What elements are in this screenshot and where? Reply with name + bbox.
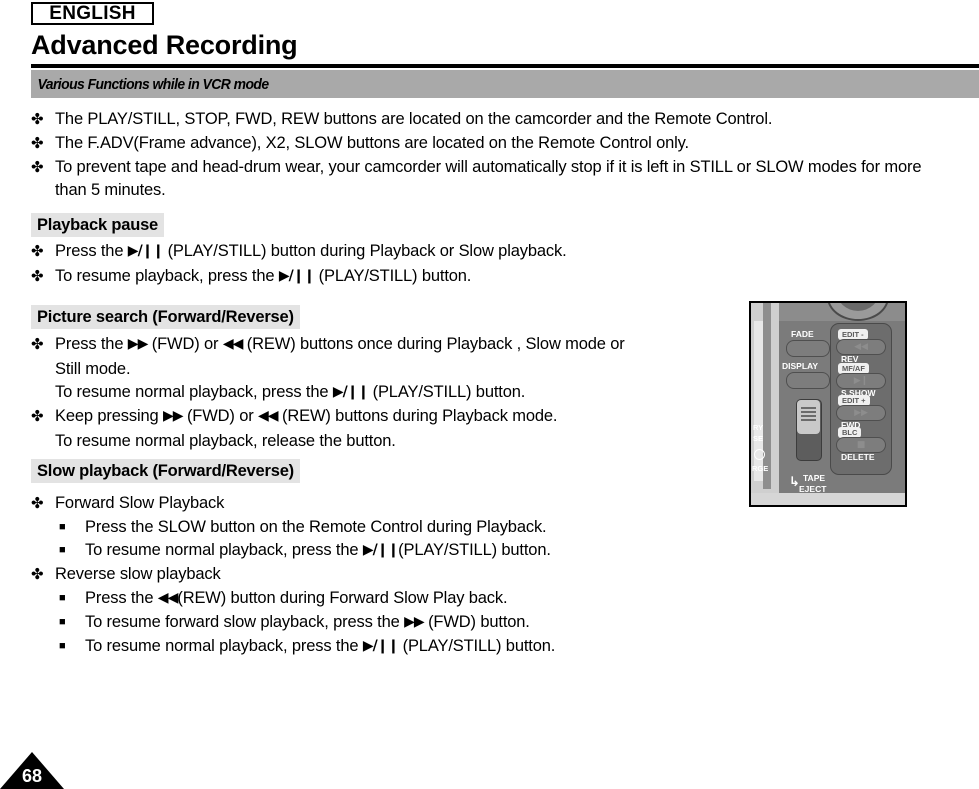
sub-bullet-text: Press the ◀◀(REW) button during Forward … [85, 589, 508, 607]
page-number-badge: 68 [0, 752, 64, 789]
subsection-body-slow-playback: ✤ Forward Slow Playback ■ Press the SLOW bu… [31, 492, 731, 659]
continuation-line: To resume normal playback, press the ▶/❙… [55, 383, 526, 401]
rew-symbol-icon: ◀◀ [222, 336, 244, 352]
continuation-line: Still mode. [55, 360, 131, 378]
section-bar-label: Various Functions while in VCR mode [37, 75, 270, 93]
fwd-symbol-icon: ▶▶ [127, 336, 149, 352]
intro-bullet-list: ✤ The PLAY/STILL, STOP, FWD, REW buttons … [31, 108, 931, 203]
camcorder-label-delete: DELETE [841, 452, 875, 462]
camcorder-label-charge-partial: RGE [752, 464, 769, 473]
rew-symbol-icon: ◀◀ [258, 408, 279, 424]
play-symbol-icon: ▶/❙❙ [127, 243, 164, 259]
language-badge-label: ENGLISH [49, 2, 136, 24]
camcorder-label-battery-partial: RY [753, 423, 764, 432]
square-bullet-icon: ■ [59, 616, 66, 628]
clover-bullet-icon: ✤ [31, 111, 44, 128]
fwd-symbol-icon: ▶▶ [162, 408, 184, 424]
subsection-heading-slow-playback: Slow playback (Forward/Reverse) [31, 459, 300, 483]
clover-bullet-icon: ✤ [31, 336, 44, 353]
clover-bullet-icon: ✤ [31, 566, 44, 583]
sub-bullet-text: To resume normal playback, press the ▶/❙… [85, 637, 556, 655]
bullet-item: ✤ Forward Slow Playback [31, 492, 731, 515]
camcorder-seam [763, 303, 771, 489]
page-title: Advanced Recording [31, 30, 298, 60]
subsection-heading-playback-pause: Playback pause [31, 213, 165, 237]
camcorder-button-s-show[interactable]: ▶❙ [836, 373, 886, 389]
bullet-item: ✤ Keep pressing ▶▶ (FWD) or ◀◀ (REW) butt… [31, 405, 731, 429]
subsection-body-picture-search: ✤ Press the ▶▶ (FWD) or ◀◀ (REW) buttons … [31, 333, 731, 453]
subsection-body-playback-pause: ✤ Press the ▶/❙❙ (PLAY/STILL) button duri… [31, 240, 731, 290]
intro-bullet-text: The PLAY/STILL, STOP, FWD, REW buttons a… [55, 110, 773, 128]
square-bullet-icon: ■ [59, 640, 66, 652]
camcorder-button-fwd[interactable]: ▶▶ [836, 405, 886, 421]
sub-bullet-item: ■ To resume normal playback, press the ▶/… [31, 539, 731, 563]
square-bullet-icon: ■ [59, 521, 66, 533]
bullet-text: Press the ▶/❙❙ (PLAY/STILL) button durin… [55, 242, 567, 260]
bullet-item: ✤ To resume playback, press the ▶/❙❙ (PLA… [31, 265, 731, 289]
language-badge: ENGLISH [31, 2, 154, 25]
clover-bullet-icon: ✤ [31, 135, 44, 152]
bullet-item: ✤ Press the ▶/❙❙ (PLAY/STILL) button duri… [31, 240, 731, 264]
camcorder-button-display[interactable] [786, 372, 830, 389]
camcorder-button-delete[interactable]: ■ [836, 437, 886, 453]
clover-bullet-icon: ✤ [31, 495, 44, 512]
bullet-text: Forward Slow Playback [55, 494, 225, 512]
square-bullet-icon: ■ [59, 592, 66, 604]
play-symbol-icon: ▶/❙❙ [332, 384, 369, 400]
play-symbol-icon: ▶/❙❙ [362, 638, 399, 654]
intro-bullet-text: To prevent tape and head-drum wear, your… [55, 158, 922, 199]
sub-bullet-text: Press the SLOW button on the Remote Cont… [85, 518, 547, 536]
camcorder-label-display: DISPLAY [782, 361, 819, 371]
clover-bullet-icon: ✤ [31, 159, 44, 176]
continuation-line: To resume normal playback, release the b… [55, 432, 396, 450]
sub-bullet-item: ■ To resume forward slow playback, press … [31, 611, 731, 635]
transport-glyph-icon: ▶❙ [853, 376, 869, 386]
clover-bullet-icon: ✤ [31, 243, 44, 260]
bullet-text: Keep pressing ▶▶ (FWD) or ◀◀ (REW) butto… [55, 407, 558, 425]
transport-glyph-icon: ▶▶ [854, 408, 868, 418]
bullet-item: ✤ Reverse slow playback [31, 563, 731, 586]
fwd-symbol-icon: ▶▶ [404, 614, 425, 630]
section-bar: Various Functions while in VCR mode [31, 70, 979, 98]
title-divider [31, 64, 979, 68]
sub-bullet-item: ■ Press the SLOW button on the Remote Con… [31, 516, 731, 539]
camcorder-charge-indicator-icon [754, 449, 765, 460]
square-bullet-icon: ■ [59, 544, 66, 556]
transport-glyph-icon: ◀◀ [854, 342, 868, 352]
bullet-text: To resume playback, press the ▶/❙❙ (PLAY… [55, 267, 472, 285]
sub-bullet-item: ■ To resume normal playback, press the ▶/… [31, 635, 731, 659]
camcorder-label-release-partial: SE [753, 434, 764, 443]
page-number-value: 68 [21, 766, 43, 786]
camcorder-bottom-edge [751, 493, 905, 505]
intro-bullet-item: ✤ The F.ADV(Frame advance), X2, SLOW butt… [31, 132, 931, 155]
rew-symbol-icon: ◀◀ [157, 590, 179, 606]
intro-bullet-item: ✤ The PLAY/STILL, STOP, FWD, REW buttons … [31, 108, 931, 131]
bullet-text: Reverse slow playback [55, 565, 221, 583]
bullet-item: ✤ Press the ▶▶ (FWD) or ◀◀ (REW) buttons … [31, 333, 731, 357]
subsection-heading-picture-search: Picture search (Forward/Reverse) [31, 305, 300, 329]
camcorder-label-tape: TAPE [803, 473, 826, 483]
sub-bullet-text: To resume forward slow playback, press t… [85, 613, 530, 631]
camcorder-slider-grip-lines [801, 407, 816, 421]
bullet-text: Press the ▶▶ (FWD) or ◀◀ (REW) buttons o… [55, 335, 625, 353]
camcorder-illustration: FADE DISPLAY EDIT - ◀◀ REV MF/AF ▶❙ S.SHOW EDI… [749, 301, 907, 507]
play-symbol-icon: ▶/❙❙ [278, 268, 315, 284]
camcorder-button-fade[interactable] [786, 340, 830, 357]
sub-bullet-text: To resume normal playback, press the ▶/❙… [85, 541, 551, 559]
transport-glyph-icon: ■ [856, 440, 866, 450]
play-symbol-icon: ▶/❙❙ [362, 542, 399, 558]
intro-bullet-item: ✤ To prevent tape and head-drum wear, you… [31, 156, 931, 202]
clover-bullet-icon: ✤ [31, 408, 44, 425]
camcorder-button-rev[interactable]: ◀◀ [836, 339, 886, 355]
clover-bullet-icon: ✤ [31, 268, 44, 285]
sub-bullet-item: ■ Press the ◀◀(REW) button during Forward… [31, 587, 731, 611]
intro-bullet-text: The F.ADV(Frame advance), X2, SLOW butto… [55, 134, 689, 152]
camcorder-label-fade: FADE [791, 329, 814, 339]
